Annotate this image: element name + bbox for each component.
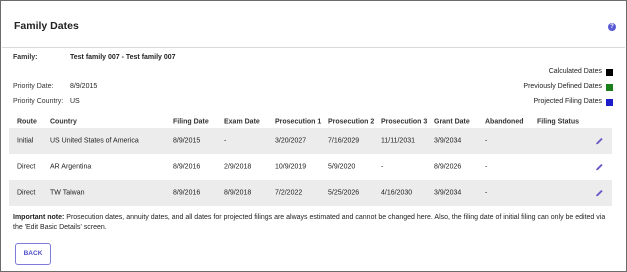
family-dates-table: Route Country Filing Date Exam Date Prosecut… — [9, 115, 612, 206]
table-cell: 3/9/2034 — [434, 137, 462, 145]
table-cell: 5/25/2026 — [328, 189, 360, 197]
column-header: Filing Date — [173, 118, 209, 125]
table-cell: 8/9/2015 — [173, 137, 201, 145]
column-header: Exam Date — [224, 118, 260, 125]
table-cell: AR Argentina — [50, 163, 92, 171]
table-cell: 8/9/2018 — [224, 189, 252, 197]
priority-date-label: Priority Date: — [13, 83, 54, 90]
table-cell: - — [485, 163, 488, 171]
table-cell: 8/9/2016 — [173, 189, 201, 197]
pencil-icon[interactable] — [595, 137, 604, 146]
family-dates-panel: Family Dates ? Family: Test family 007 -… — [0, 0, 627, 272]
table-row: Initial US United States of America 8/9/20… — [9, 128, 612, 154]
priority-country-value: US — [70, 98, 80, 105]
table-cell: Direct — [17, 163, 36, 171]
column-header: Country — [50, 118, 77, 125]
table-body: Initial US United States of America 8/9/20… — [9, 128, 612, 206]
table-cell: 11/11/2031 — [381, 137, 415, 145]
family-label: Family: — [13, 54, 38, 61]
table-cell: 8/9/2026 — [434, 163, 462, 171]
priority-country-label: Priority Country: — [13, 98, 64, 105]
help-icon[interactable]: ? — [608, 23, 616, 31]
table-cell: 10/9/2019 — [275, 163, 307, 171]
panel-header: Family Dates ? — [2, 2, 625, 48]
priority-date-value: 8/9/2015 — [70, 83, 98, 90]
table-cell: 8/9/2016 — [173, 163, 201, 171]
column-header: Abandoned — [485, 118, 524, 125]
legend-label: Projected Filing Dates — [533, 98, 602, 105]
column-header: Filing Status — [537, 118, 579, 125]
column-header: Route — [17, 118, 37, 125]
legend-label: Previously Defined Dates — [523, 83, 602, 90]
note-text: Prosecution dates, annuity dates, and al… — [13, 214, 606, 231]
table-cell: US United States of America — [50, 137, 139, 145]
table-cell: Direct — [17, 189, 36, 197]
important-note: Important note: Prosecution dates, annui… — [13, 213, 613, 232]
pencil-icon[interactable] — [595, 189, 604, 198]
table-cell: - — [485, 137, 488, 145]
page-title: Family Dates — [14, 20, 79, 32]
back-button[interactable]: BACK — [15, 243, 51, 265]
table-cell: - — [485, 189, 488, 197]
column-header: Grant Date — [434, 118, 470, 125]
table-cell: 3/20/2027 — [275, 137, 307, 145]
legend-swatch — [606, 99, 613, 106]
table-cell: 7/16/2029 — [328, 137, 360, 145]
table-cell: 2/9/2018 — [224, 163, 252, 171]
table-row: Direct TW Taiwan 8/9/2016 8/9/2018 7/2/2022 5… — [9, 180, 612, 206]
table-cell: 4/16/2030 — [381, 189, 413, 197]
column-header: Prosecution 2 — [328, 118, 375, 125]
pencil-icon[interactable] — [595, 163, 604, 172]
table-row: Direct AR Argentina 8/9/2016 2/9/2018 10/9/2… — [9, 154, 612, 180]
legend-swatch — [606, 84, 613, 91]
table-cell: Initial — [17, 137, 34, 145]
column-header: Prosecution 1 — [275, 118, 322, 125]
table-cell: 7/2/2022 — [275, 189, 303, 197]
column-header: Prosecution 3 — [381, 118, 428, 125]
table-cell: TW Taiwan — [50, 189, 85, 197]
note-label: Important note: — [13, 214, 65, 221]
table-cell: - — [381, 163, 384, 171]
legend-swatch — [606, 69, 613, 76]
table-header: Route Country Filing Date Exam Date Prosecut… — [9, 115, 612, 128]
family-value: Test family 007 - Test family 007 — [70, 54, 176, 61]
legend-label: Calculated Dates — [548, 68, 602, 75]
table-cell: 3/9/2034 — [434, 189, 462, 197]
table-cell: - — [224, 137, 227, 145]
table-cell: 5/9/2020 — [328, 163, 356, 171]
